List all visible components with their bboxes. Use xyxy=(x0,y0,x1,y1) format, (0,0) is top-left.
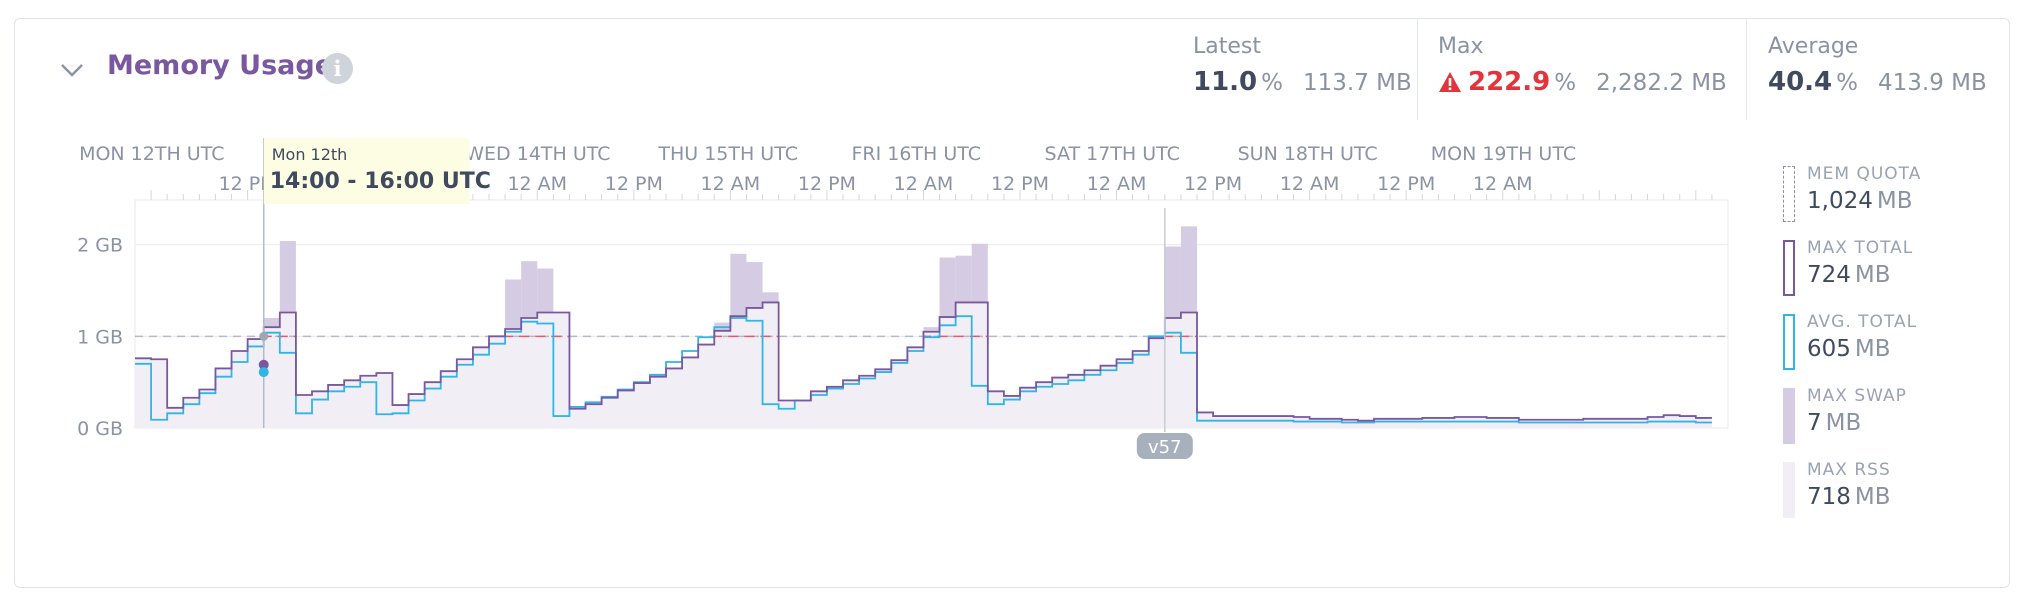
x-tick-label: 12 AM xyxy=(701,173,761,195)
legend-name: MAX RSS xyxy=(1807,460,1891,480)
x-tick-label: 12 PM xyxy=(798,173,856,195)
release-badge-label: v57 xyxy=(1148,437,1182,458)
swap-bar xyxy=(730,253,747,317)
day-label: THU 15TH UTC xyxy=(657,143,798,165)
swap-bar xyxy=(1180,226,1197,313)
day-label: WED 14TH UTC xyxy=(465,143,610,165)
swap-bar xyxy=(971,243,988,303)
legend-name: MAX TOTAL xyxy=(1807,238,1914,258)
hover-point-quota xyxy=(259,331,269,341)
x-tick-label: 12 PM xyxy=(991,173,1049,195)
swap-bar xyxy=(505,279,522,329)
tooltip-range: 14:00 - 16:00 UTC xyxy=(270,169,491,194)
rss-area xyxy=(135,302,1712,428)
x-tick-label: 12 PM xyxy=(1184,173,1242,195)
legend-swatch xyxy=(1783,240,1795,296)
day-label: MON 12TH UTC xyxy=(79,143,224,165)
swap-bar xyxy=(762,292,779,303)
memory-chart[interactable]: 0 GB 1 GB 2 GB 12 PM 12 AM 12 PM 12 AM 12 PM 12 … xyxy=(0,0,2026,604)
day-label: SAT 17TH UTC xyxy=(1045,143,1180,165)
y-tick-label: 1 GB xyxy=(77,326,123,348)
y-tick-label: 0 GB xyxy=(77,418,123,440)
legend-value: 7 MB xyxy=(1807,410,1862,436)
legend-name: MAX SWAP xyxy=(1807,386,1907,406)
hover-point-avg-total xyxy=(258,367,269,378)
legend-value: 724 MB xyxy=(1807,262,1891,288)
tooltip-day: Mon 12th xyxy=(272,145,348,164)
swap-bar xyxy=(1164,246,1181,318)
x-tick-label: 12 AM xyxy=(894,173,954,195)
day-label: SUN 18TH UTC xyxy=(1238,143,1378,165)
x-tick-label: 12 PM xyxy=(605,173,663,195)
day-label: MON 19TH UTC xyxy=(1431,143,1576,165)
legend-name: AVG. TOTAL xyxy=(1807,312,1918,332)
legend-value: 605 MB xyxy=(1807,336,1891,362)
swap-bar xyxy=(279,241,296,313)
x-tick-label: 12 AM xyxy=(1473,173,1533,195)
swap-bar xyxy=(746,262,763,308)
x-tick-label: 12 AM xyxy=(507,173,567,195)
swap-bar xyxy=(939,257,956,318)
x-tick-label: 12 PM xyxy=(1377,173,1435,195)
swap-bar xyxy=(955,255,972,303)
legend-swatch xyxy=(1783,166,1795,222)
y-tick-label: 2 GB xyxy=(77,235,123,257)
swap-bar xyxy=(263,318,280,328)
swap-bar xyxy=(537,268,554,313)
day-label: FRI 16TH UTC xyxy=(851,143,981,165)
legend-value: 718 MB xyxy=(1807,484,1891,510)
legend-swatch xyxy=(1783,314,1795,370)
legend-swatch xyxy=(1783,462,1795,518)
legend-swatch xyxy=(1783,388,1795,444)
x-tick-label: 12 AM xyxy=(1280,173,1340,195)
x-tick-label: 12 AM xyxy=(1087,173,1147,195)
legend-value: 1,024 MB xyxy=(1807,188,1913,214)
swap-bar xyxy=(521,261,538,318)
legend-name: MEM QUOTA xyxy=(1807,164,1922,184)
